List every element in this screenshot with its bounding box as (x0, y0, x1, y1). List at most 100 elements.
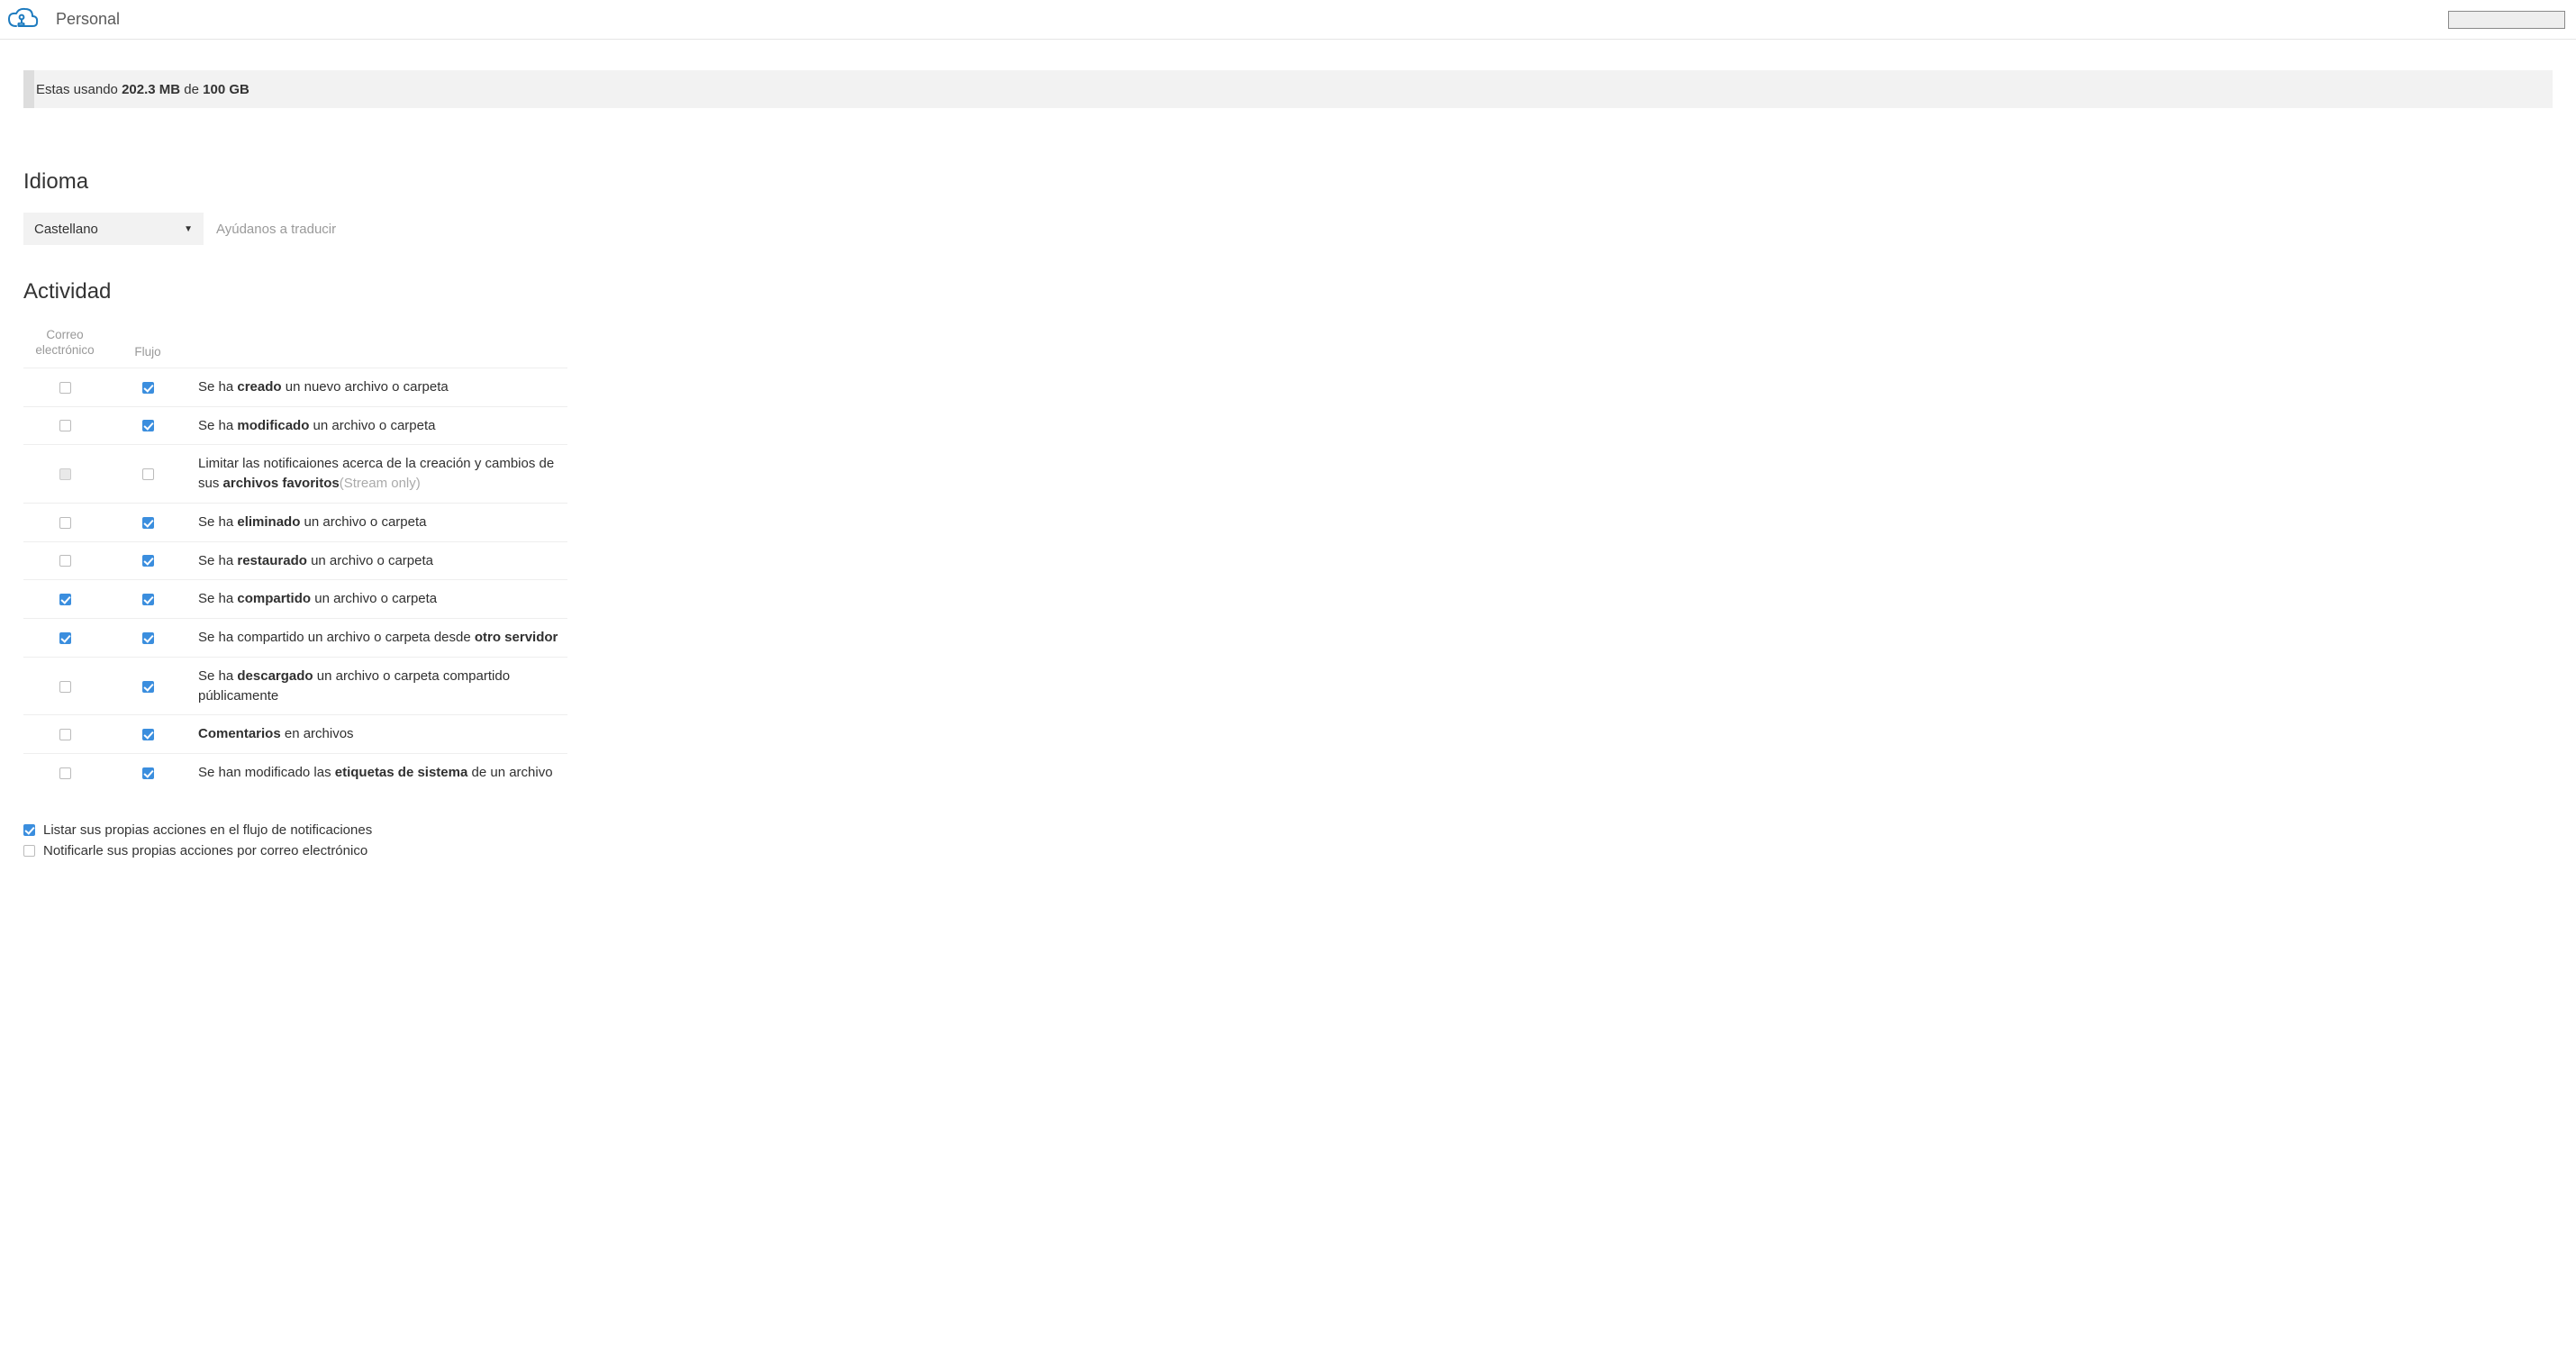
activity-stream-cell (106, 657, 189, 715)
activity-stream-cell (106, 368, 189, 406)
chevron-down-icon: ▼ (184, 224, 193, 234)
activity-row: Se ha restaurado un archivo o carpeta (23, 541, 567, 580)
activity-row: Limitar las notificaiones acerca de la c… (23, 445, 567, 504)
activity-col-desc (189, 322, 567, 368)
activity-desc-bold: etiquetas de sistema (335, 765, 468, 780)
activity-stream-cell (106, 445, 189, 504)
activity-email-cell (23, 657, 106, 715)
activity-desc: Comentarios en archivos (189, 715, 567, 754)
activity-row: Se ha eliminado un archivo o carpeta (23, 503, 567, 541)
activity-row: Se ha modificado un archivo o carpeta (23, 406, 567, 445)
language-heading: Idioma (23, 169, 2553, 195)
activity-stream-checkbox[interactable] (142, 468, 154, 480)
activity-email-cell (23, 445, 106, 504)
opt-notify-own-checkbox[interactable] (23, 845, 35, 857)
activity-email-checkbox[interactable] (59, 555, 71, 567)
language-select[interactable]: Castellano ▼ (23, 213, 204, 245)
activity-desc-post: un archivo o carpeta (307, 553, 433, 568)
language-selected-value: Castellano (34, 222, 98, 237)
opt-notify-own-actions[interactable]: Notificarle sus propias acciones por cor… (23, 843, 2553, 858)
activity-stream-cell (106, 619, 189, 658)
activity-desc-bold: compartido (237, 591, 311, 606)
activity-email-checkbox[interactable] (59, 517, 71, 529)
activity-desc-muted: (Stream only) (340, 476, 421, 491)
activity-email-cell (23, 619, 106, 658)
activity-desc: Se han modificado las etiquetas de siste… (189, 754, 567, 792)
activity-stream-checkbox[interactable] (142, 517, 154, 529)
activity-stream-cell (106, 503, 189, 541)
activity-email-cell (23, 715, 106, 754)
activity-email-checkbox[interactable] (59, 594, 71, 605)
opt-notify-own-label: Notificarle sus propias acciones por cor… (43, 843, 367, 858)
app-logo-icon[interactable] (5, 3, 40, 37)
quota-mid: de (180, 82, 203, 97)
activity-email-cell (23, 580, 106, 619)
opt-list-own-checkbox[interactable] (23, 824, 35, 836)
storage-quota-text: Estas usando 202.3 MB de 100 GB (23, 82, 249, 97)
activity-stream-cell (106, 541, 189, 580)
opt-list-own-actions[interactable]: Listar sus propias acciones en el flujo … (23, 822, 2553, 838)
activity-desc-bold: restaurado (237, 553, 307, 568)
activity-options: Listar sus propias acciones en el flujo … (23, 822, 2553, 858)
activity-desc-bold: eliminado (237, 514, 300, 530)
opt-list-own-label: Listar sus propias acciones en el flujo … (43, 822, 372, 838)
activity-desc-post: un archivo o carpeta (300, 514, 426, 530)
activity-email-cell (23, 754, 106, 792)
activity-stream-cell (106, 715, 189, 754)
activity-stream-checkbox[interactable] (142, 382, 154, 394)
activity-desc: Se ha compartido un archivo o carpeta (189, 580, 567, 619)
activity-email-checkbox[interactable] (59, 420, 71, 431)
activity-stream-checkbox[interactable] (142, 767, 154, 779)
activity-stream-checkbox[interactable] (142, 555, 154, 567)
activity-desc-pre: Se ha (198, 591, 237, 606)
activity-desc-bold: otro servidor (475, 630, 558, 645)
activity-email-checkbox[interactable] (59, 729, 71, 740)
activity-email-cell (23, 368, 106, 406)
quota-prefix: Estas usando (36, 82, 122, 97)
activity-stream-checkbox[interactable] (142, 594, 154, 605)
activity-desc-bold: descargado (237, 668, 313, 684)
activity-desc: Limitar las notificaiones acerca de la c… (189, 445, 567, 504)
activity-stream-checkbox[interactable] (142, 632, 154, 644)
activity-row: Se han modificado las etiquetas de siste… (23, 754, 567, 792)
activity-row: Se ha compartido un archivo o carpeta de… (23, 619, 567, 658)
activity-desc-post: de un archivo (467, 765, 552, 780)
activity-email-cell (23, 406, 106, 445)
activity-desc-pre: Se ha (198, 379, 237, 395)
activity-desc: Se ha compartido un archivo o carpeta de… (189, 619, 567, 658)
activity-heading: Actividad (23, 279, 2553, 304)
activity-desc-pre: Se ha (198, 418, 237, 433)
activity-desc: Se ha creado un nuevo archivo o carpeta (189, 368, 567, 406)
content: Estas usando 202.3 MB de 100 GB Idioma C… (0, 40, 2576, 900)
activity-stream-checkbox[interactable] (142, 420, 154, 431)
activity-email-cell (23, 503, 106, 541)
translate-help-link[interactable]: Ayúdanos a traducir (216, 222, 336, 237)
activity-desc-bold: modificado (237, 418, 309, 433)
activity-email-checkbox (59, 468, 71, 480)
activity-email-checkbox[interactable] (59, 681, 71, 693)
activity-row: Se ha descargado un archivo o carpeta co… (23, 657, 567, 715)
activity-col-stream: Flujo (106, 322, 189, 368)
activity-desc-post: un archivo o carpeta (311, 591, 437, 606)
activity-email-checkbox[interactable] (59, 632, 71, 644)
activity-desc-pre: Se ha (198, 553, 237, 568)
activity-row: Se ha creado un nuevo archivo o carpeta (23, 368, 567, 406)
topbar: Personal (0, 0, 2576, 40)
activity-desc-bold: Comentarios (198, 726, 281, 741)
activity-col-email: Correo electrónico (23, 322, 106, 368)
activity-stream-checkbox[interactable] (142, 729, 154, 740)
activity-email-checkbox[interactable] (59, 382, 71, 394)
page-title: Personal (56, 10, 120, 29)
language-row: Castellano ▼ Ayúdanos a traducir (23, 213, 2553, 245)
search-input[interactable] (2448, 11, 2565, 29)
activity-desc-post: un nuevo archivo o carpeta (282, 379, 449, 395)
activity-desc-pre: Se ha compartido un archivo o carpeta de… (198, 630, 475, 645)
activity-stream-cell (106, 406, 189, 445)
activity-row: Se ha compartido un archivo o carpeta (23, 580, 567, 619)
activity-stream-checkbox[interactable] (142, 681, 154, 693)
activity-desc-post: en archivos (281, 726, 354, 741)
activity-desc: Se ha modificado un archivo o carpeta (189, 406, 567, 445)
activity-desc-pre: Se ha (198, 514, 237, 530)
activity-row: Comentarios en archivos (23, 715, 567, 754)
activity-email-checkbox[interactable] (59, 767, 71, 779)
